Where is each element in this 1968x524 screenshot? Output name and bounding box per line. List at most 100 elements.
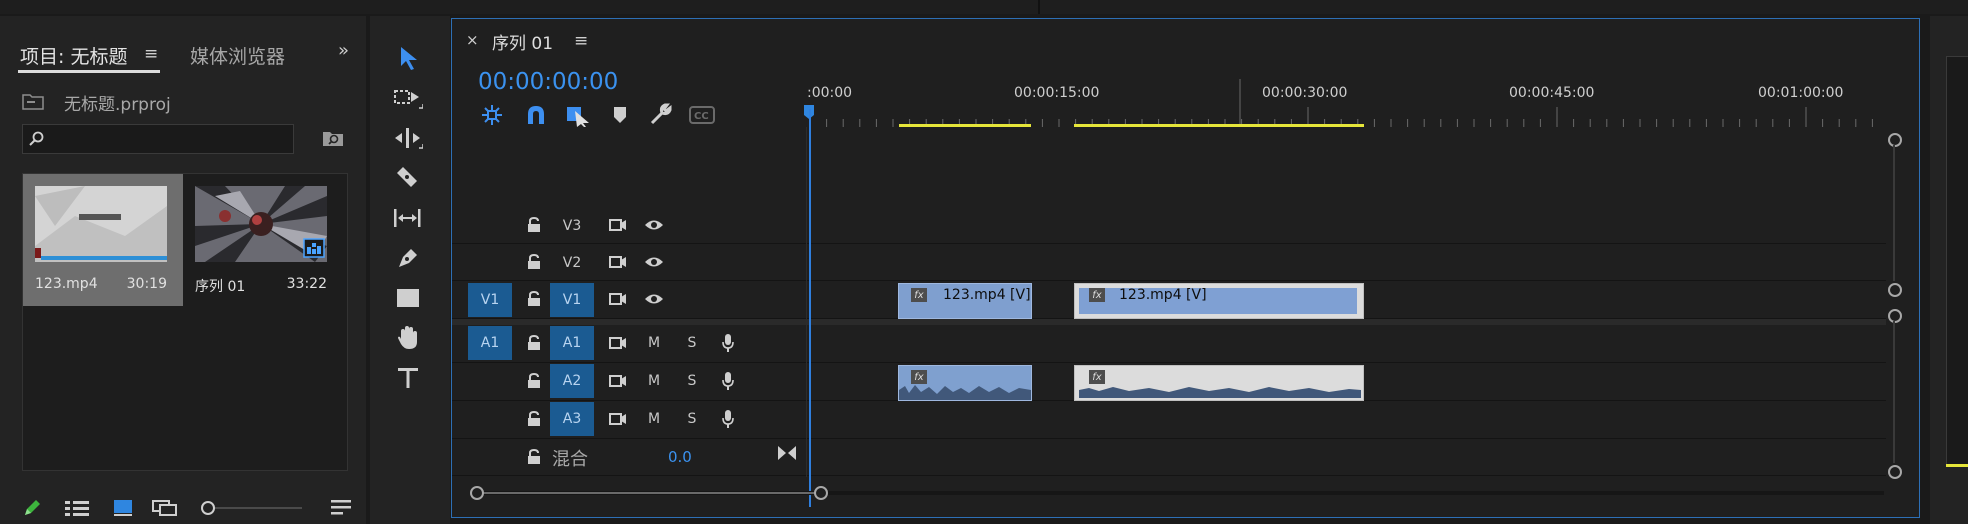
linked-selection-button[interactable] (564, 101, 592, 129)
item-duration: 33:22 (286, 276, 327, 292)
horizontal-scrollbar-thumb[interactable] (478, 492, 822, 494)
video-clip-selected[interactable]: fx 123.mp4 [V] (1074, 283, 1364, 319)
fx-badge: fx (911, 288, 927, 302)
sync-lock-icon[interactable] (606, 409, 630, 429)
video-clip[interactable]: fx 123.mp4 [V] (898, 283, 1032, 319)
pencil-icon[interactable] (22, 498, 42, 518)
hand-icon (398, 326, 417, 349)
find-bin-icon[interactable] (322, 128, 344, 148)
eye-icon[interactable] (642, 215, 666, 235)
eye-icon[interactable] (642, 252, 666, 272)
ruler-label-15s: 00:00:15:00 (1014, 85, 1100, 101)
search-input[interactable] (22, 124, 294, 154)
sync-lock-icon[interactable] (606, 333, 630, 353)
source-patch-a1[interactable]: A1 (468, 326, 512, 360)
lock-icon[interactable] (522, 289, 546, 309)
audio-clip[interactable]: fx (898, 365, 1032, 401)
lock-icon[interactable] (522, 333, 546, 353)
track-target-a2[interactable]: A2 (550, 364, 594, 398)
lock-icon[interactable] (522, 215, 546, 235)
meter-indicator (1946, 464, 1968, 467)
project-item-123mp4[interactable]: 123.mp4 30:19 (23, 174, 183, 306)
track-target-v3[interactable]: V3 (550, 211, 594, 241)
clip-label: 123.mp4 [V] (943, 287, 1031, 303)
lock-icon[interactable] (522, 252, 546, 272)
item-name: 123.mp4 (35, 276, 98, 292)
ruler-label-30s: 00:00:30:00 (1262, 85, 1348, 101)
project-panel: 项目: 无标题 ≡ 媒体浏览器 » 无标题.prproj 123.mp4 30:… (0, 16, 366, 524)
solo-button[interactable]: S (682, 409, 702, 429)
playhead-line[interactable] (809, 109, 811, 507)
eye-icon[interactable] (642, 289, 666, 309)
zoom-scroll-right-handle[interactable] (814, 486, 828, 500)
source-patch-v1[interactable]: V1 (468, 283, 512, 317)
pen-tool[interactable] (388, 242, 428, 274)
track-a3: A3 M S (452, 401, 1886, 439)
mute-button[interactable]: M (644, 333, 664, 353)
ripple-edit-tool[interactable] (388, 122, 428, 154)
tab-media-browser[interactable]: 媒体浏览器 (190, 42, 285, 69)
zoom-slider-handle[interactable] (201, 501, 215, 515)
audio-vertical-scrollbar[interactable] (1893, 321, 1895, 463)
solo-button[interactable]: S (682, 371, 702, 391)
track-target-v2[interactable]: V2 (550, 248, 594, 278)
audio-scroll-bottom-handle[interactable] (1888, 465, 1902, 479)
hand-tool[interactable] (388, 322, 428, 354)
microphone-icon[interactable] (718, 332, 738, 354)
sync-lock-icon[interactable] (606, 371, 630, 391)
sync-lock-icon[interactable] (606, 289, 630, 309)
razor-tool[interactable] (388, 162, 428, 194)
timeline-settings-button[interactable] (646, 101, 674, 129)
track-target-v1[interactable]: V1 (550, 283, 594, 317)
rectangle-tool[interactable] (388, 282, 428, 314)
lock-icon[interactable] (522, 447, 546, 467)
solo-button[interactable]: S (682, 333, 702, 353)
ruler-label-0: :00:00 (807, 85, 853, 101)
mix-volume-value[interactable]: 0.0 (668, 448, 692, 466)
playhead-timecode[interactable]: 00:00:00:00 (478, 69, 618, 95)
sequence-tab[interactable]: 序列 01 (492, 29, 553, 54)
icon-view-icon[interactable] (112, 498, 134, 518)
track-select-tool[interactable] (388, 82, 428, 114)
sync-lock-icon[interactable] (606, 252, 630, 272)
magnet-icon (528, 106, 544, 124)
audio-clip-selected[interactable]: fx (1074, 365, 1364, 401)
lock-icon[interactable] (522, 409, 546, 429)
slip-tool[interactable] (388, 202, 428, 234)
nest-toggle-button[interactable] (478, 101, 506, 129)
video-vertical-scrollbar[interactable] (1893, 145, 1895, 281)
program-monitor-edge (1930, 16, 1968, 524)
rectangle-icon (397, 289, 419, 307)
microphone-icon[interactable] (718, 370, 738, 392)
track-target-a3[interactable]: A3 (550, 402, 594, 436)
active-tab-indicator (18, 70, 160, 73)
sort-menu-icon[interactable] (330, 498, 352, 518)
sync-pan-icon[interactable] (777, 443, 797, 463)
mute-button[interactable]: M (644, 409, 664, 429)
selection-tool[interactable] (388, 42, 428, 74)
tools-panel (370, 16, 450, 524)
video-scroll-bottom-handle[interactable] (1888, 283, 1902, 297)
freeform-view-icon[interactable] (152, 498, 182, 518)
tab-project[interactable]: 项目: 无标题 (20, 42, 127, 69)
sync-lock-icon[interactable] (606, 215, 630, 235)
add-marker-button[interactable] (606, 101, 634, 129)
mute-button[interactable]: M (644, 371, 664, 391)
audio-scroll-top-handle[interactable] (1888, 309, 1902, 323)
captions-icon: CC (689, 106, 715, 124)
sequence-menu-icon[interactable]: ≡ (574, 31, 588, 51)
close-tab-icon[interactable]: × (466, 31, 479, 49)
project-item-sequence[interactable]: 序列 01 33:22 (183, 174, 343, 306)
snap-button[interactable] (522, 101, 550, 129)
zoom-slider-track[interactable] (208, 507, 302, 509)
list-view-icon[interactable] (64, 498, 90, 518)
type-tool[interactable] (388, 362, 428, 394)
overflow-chevron-icon[interactable]: » (338, 40, 349, 61)
panel-menu-icon[interactable]: ≡ (144, 44, 158, 64)
track-target-a1[interactable]: A1 (550, 326, 594, 360)
video-scroll-top-handle[interactable] (1888, 133, 1902, 147)
microphone-icon[interactable] (718, 408, 738, 430)
captions-button[interactable]: CC (688, 101, 716, 129)
zoom-scroll-left-handle[interactable] (470, 486, 484, 500)
lock-icon[interactable] (522, 371, 546, 391)
